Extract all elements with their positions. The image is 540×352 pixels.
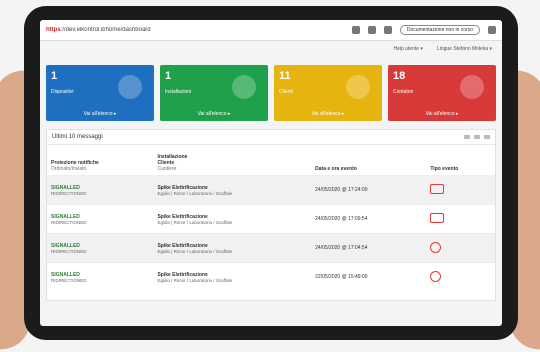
user-menu[interactable]: Lingue Stefano Moleka ▾ [437, 46, 492, 52]
card-link[interactable]: Vai all'elenco [46, 111, 154, 117]
status-signalled: SIGNALLED [51, 184, 80, 191]
card-number: 11 [279, 70, 291, 82]
expand-icon[interactable] [464, 135, 470, 139]
card-number: 1 [51, 70, 58, 82]
documentation-pill[interactable]: Documentazione non in corso [399, 25, 480, 35]
event-date: 24/05/2020 @ 17:24:00 [311, 175, 427, 205]
menu-icon[interactable] [488, 26, 496, 34]
header-protezione[interactable]: Protezione notifiche Ordinato/Inviato [47, 145, 153, 176]
help-menu[interactable]: Help utente ▾ [393, 46, 422, 52]
power-icon [430, 270, 442, 282]
panel-header: Ultimi 10 messaggi [47, 130, 495, 145]
card-link[interactable]: Vai all'elenco [274, 111, 382, 117]
home-icon[interactable] [367, 26, 376, 34]
card-label: Contatori [393, 89, 414, 95]
table-row[interactable]: SIGNALLED RIDIRECTIONED Spike Elettrifica… [47, 233, 495, 263]
messages-table: Protezione notifiche Ordinato/Inviato Ins… [47, 145, 495, 291]
card-label: Clienti [279, 89, 293, 95]
search-icon[interactable] [351, 26, 360, 34]
card-label: Dispositivi [51, 89, 74, 95]
battery-icon [430, 213, 445, 223]
url-text[interactable]: https://dev.elkontrol.it/home/dashboard [46, 27, 344, 33]
messages-panel: Ultimi 10 messaggi Protezione notifiche O… [46, 129, 496, 301]
card-contatori[interactable]: 18 Contatori Vai all'elenco [388, 65, 496, 121]
user-icon [346, 75, 370, 99]
card-clienti[interactable]: 11 Clienti Vai all'elenco [274, 65, 382, 121]
table-row[interactable]: SIGNALLED RIDIRECTIONED Spike Elettrifica… [47, 262, 495, 291]
card-link[interactable]: Vai all'elenco [388, 111, 496, 117]
wifi-icon [118, 75, 142, 99]
stat-cards: 1 Dispositivi Vai all'elenco 1 Installaz… [40, 57, 502, 121]
card-installazioni[interactable]: 1 Installazioni Vai all'elenco [160, 65, 268, 121]
card-number: 1 [165, 70, 172, 82]
event-date: 22/05/2020 @ 15:49:00 [311, 262, 427, 291]
grid-icon [460, 75, 484, 99]
header-data[interactable]: Data e ora evento [311, 145, 426, 176]
event-date: 24/05/2020 @ 17:04:54 [311, 233, 427, 263]
card-dispositivi[interactable]: 1 Dispositivi Vai all'elenco [46, 65, 154, 121]
star-icon[interactable] [383, 26, 392, 34]
card-label: Installazioni [165, 89, 192, 95]
panel-title: Ultimi 10 messaggi [52, 134, 103, 140]
browser-address-bar[interactable]: https://dev.elkontrol.it/home/dashboard … [40, 20, 502, 41]
header-installazione[interactable]: Installazione Cliente Cantiere [153, 145, 311, 176]
header-tipo[interactable]: Tipo evento [426, 145, 495, 176]
unlink-icon [430, 184, 445, 194]
table-row[interactable]: SIGNALLED RIDIRECTIONED Spike Elettrifica… [47, 204, 495, 234]
app-screen: https://dev.elkontrol.it/home/dashboard … [40, 20, 502, 326]
top-nav: Help utente ▾ Lingue Stefano Moleka ▾ [40, 41, 502, 57]
power-icon [430, 241, 442, 253]
table-row[interactable]: SIGNALLED RIDIRECTIONED Spike Elettrifica… [47, 175, 495, 205]
close-icon[interactable] [484, 135, 490, 139]
event-date: 24/05/2020 @ 17:09:54 [311, 204, 427, 234]
collapse-icon[interactable] [474, 135, 480, 139]
building-icon [232, 75, 256, 99]
card-number: 18 [393, 70, 406, 82]
card-link[interactable]: Vai all'elenco [160, 111, 268, 117]
